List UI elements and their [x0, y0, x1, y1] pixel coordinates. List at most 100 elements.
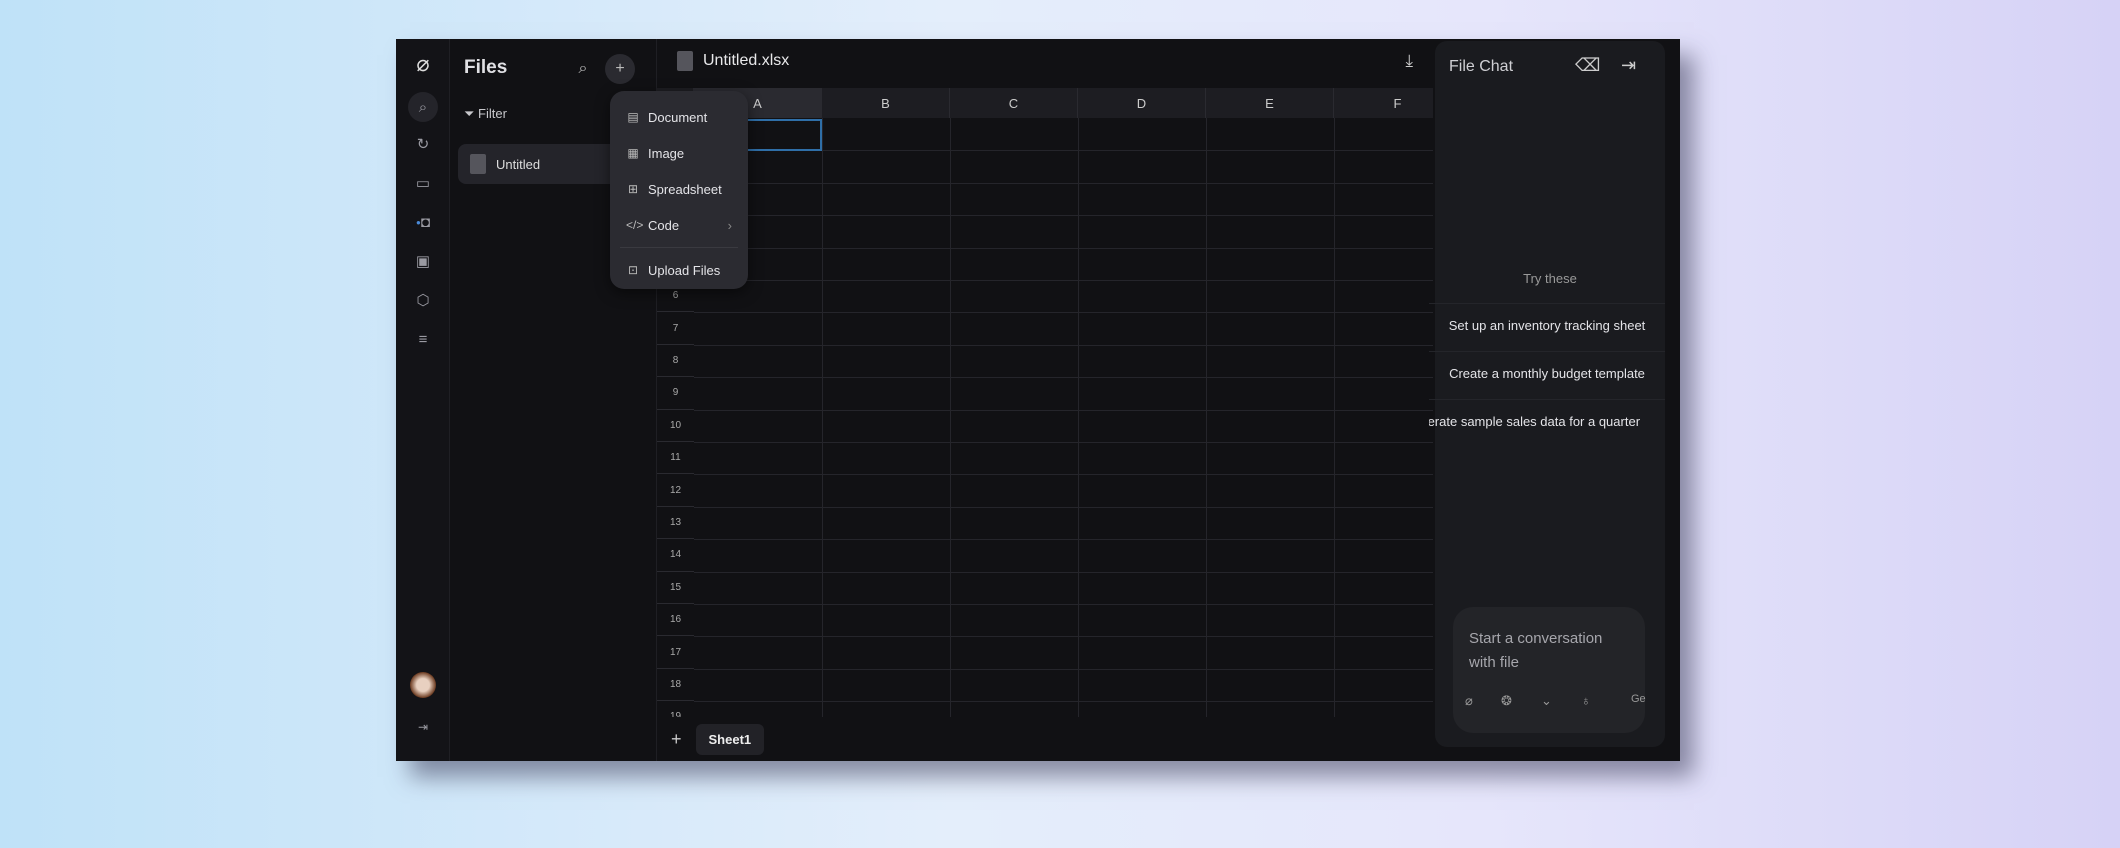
column-header[interactable]: B	[822, 88, 950, 118]
sheet-tab[interactable]: Sheet1	[695, 723, 765, 755]
column-header[interactable]: E	[1206, 88, 1334, 118]
menu-label: Spreadsheet	[648, 181, 722, 197]
column-divider	[822, 118, 823, 717]
row-divider	[694, 668, 1433, 670]
chat-input[interactable]: Start a conversation with file ⌀ ❂ ⌄ ♁ G…	[1453, 607, 1646, 733]
search-icon[interactable]: ⌕	[568, 54, 598, 84]
document-icon: ▤	[627, 110, 639, 124]
menu-label: Code	[648, 217, 680, 233]
attach-icon[interactable]: ⌀	[1465, 693, 1473, 709]
app-window: ⌀ ⌕ ↻ ▭ ● ◘ ▣ ⬡ ≡ ⇥ Files ⌕ + ⏷ Filter Un…	[396, 39, 1680, 761]
column-divider	[1078, 118, 1079, 717]
menu-item-code[interactable]: </> Code ›	[610, 207, 748, 243]
row-divider	[694, 442, 1433, 443]
row-header[interactable]: 11	[657, 442, 694, 475]
add-file-button[interactable]: +	[605, 54, 635, 84]
row-divider	[694, 182, 1433, 184]
file-name: Untitled	[496, 156, 541, 172]
list-icon[interactable]: ≡	[410, 326, 436, 352]
editor-topbar: Untitled.xlsx ⤓	[657, 39, 1433, 88]
column-divider	[1334, 118, 1335, 717]
chevron-right-icon: ›	[727, 217, 732, 233]
row-header[interactable]: 18	[657, 669, 694, 702]
row-header[interactable]: 9	[657, 377, 694, 410]
row-divider	[694, 636, 1433, 638]
chevron-down-icon[interactable]: ⌄	[1541, 693, 1552, 709]
row-divider	[694, 409, 1433, 411]
menu-label: Document	[648, 109, 708, 125]
partial-button[interactable]: Ge	[1631, 693, 1646, 705]
row-header[interactable]: 8	[657, 345, 694, 378]
menu-divider	[620, 247, 738, 248]
menu-item-document[interactable]: ▤ Document	[610, 99, 748, 135]
avatar[interactable]	[410, 672, 436, 698]
row-header[interactable]: 10	[657, 410, 694, 442]
column-header[interactable]: C	[950, 88, 1078, 118]
spreadsheet-file-icon	[677, 51, 693, 71]
download-icon[interactable]: ⤓	[1405, 51, 1413, 71]
row-divider	[694, 247, 1433, 249]
files-title: Files	[464, 57, 508, 78]
menu-item-upload-files[interactable]: ⊡ Upload Files	[610, 252, 748, 288]
row-header[interactable]: 15	[657, 572, 694, 604]
row-divider	[694, 474, 1433, 476]
row-header[interactable]: 14	[657, 539, 694, 572]
camera-icon[interactable]: ● ◘	[410, 209, 436, 235]
column-header[interactable]: D	[1078, 88, 1206, 118]
row-header[interactable]: 13	[657, 507, 694, 540]
files-panel: Files ⌕ + ⏷ Filter Untitled ▤ Document ▦ I…	[450, 39, 748, 761]
row-header[interactable]: 12	[657, 474, 694, 507]
row-divider	[694, 701, 1433, 703]
folder-icon[interactable]: ▭	[410, 170, 436, 196]
spreadsheet-icon: ⊞	[627, 182, 639, 196]
collapse-icon[interactable]: ⇥	[410, 714, 436, 740]
row-divider	[694, 377, 1433, 379]
icon-rail: ⌀ ⌕ ↻ ▭ ● ◘ ▣ ⬡ ≡ ⇥	[396, 39, 450, 761]
spreadsheet-editor: Untitled.xlsx ⤓ ABCDEF123456789101112131…	[657, 39, 1433, 761]
sheet-tabs: + Sheet1	[657, 717, 1433, 761]
spreadsheet-grid[interactable]: ABCDEF12345678910111213141516171819	[657, 88, 1433, 717]
suggestion[interactable]: Set up an inventory tracking sheet	[1429, 303, 1665, 347]
column-divider	[1206, 118, 1207, 717]
try-these-label: Try these	[1523, 271, 1577, 286]
menu-item-image[interactable]: ▦ Image	[610, 135, 748, 171]
image-icon[interactable]: ▣	[410, 248, 436, 274]
row-header[interactable]: 7	[657, 312, 694, 345]
filter-button[interactable]: ⏷ Filter	[464, 106, 507, 122]
suggestion[interactable]: Generate sample sales data for a quarter	[1429, 399, 1665, 443]
collapse-panel-icon[interactable]: ⇥	[1621, 55, 1636, 76]
column-header[interactable]: F	[1334, 88, 1433, 118]
search-icon[interactable]: ⌕	[408, 92, 438, 122]
document-icon	[470, 154, 486, 174]
eraser-icon[interactable]: ⌫	[1575, 55, 1600, 76]
column-divider	[950, 118, 951, 717]
row-divider	[694, 215, 1433, 217]
row-divider	[694, 604, 1433, 605]
model-icon[interactable]: ❂	[1501, 693, 1512, 709]
cube-icon[interactable]: ⬡	[410, 287, 436, 313]
filter-icon: ⏷	[464, 106, 479, 121]
file-title: Untitled.xlsx	[703, 52, 790, 69]
chat-placeholder: Start a conversation with file	[1469, 630, 1603, 671]
row-header[interactable]: 19	[657, 701, 694, 717]
logo-icon[interactable]: ⌀	[410, 51, 436, 77]
row-divider	[694, 539, 1433, 541]
filter-label: Filter	[478, 106, 507, 121]
image-icon: ▦	[627, 146, 639, 160]
row-divider	[694, 571, 1433, 573]
row-header[interactable]: 17	[657, 636, 694, 669]
suggestion[interactable]: Create a monthly budget template	[1429, 351, 1665, 395]
chat-title: File Chat	[1449, 58, 1514, 75]
menu-item-spreadsheet[interactable]: ⊞ Spreadsheet	[610, 171, 748, 207]
refresh-icon[interactable]: ↻	[410, 131, 436, 157]
row-header[interactable]: 16	[657, 604, 694, 637]
row-divider	[694, 506, 1433, 508]
row-divider	[694, 344, 1433, 346]
new-file-menu: ▤ Document ▦ Image ⊞ Spreadsheet </> Code › ⊡…	[610, 91, 748, 289]
menu-label: Image	[648, 145, 685, 161]
add-sheet-button[interactable]: +	[671, 729, 682, 750]
code-icon: </>	[626, 218, 644, 232]
row-divider	[694, 280, 1433, 281]
lightbulb-icon[interactable]: ♁	[1581, 693, 1591, 708]
menu-label: Upload Files	[648, 262, 721, 278]
